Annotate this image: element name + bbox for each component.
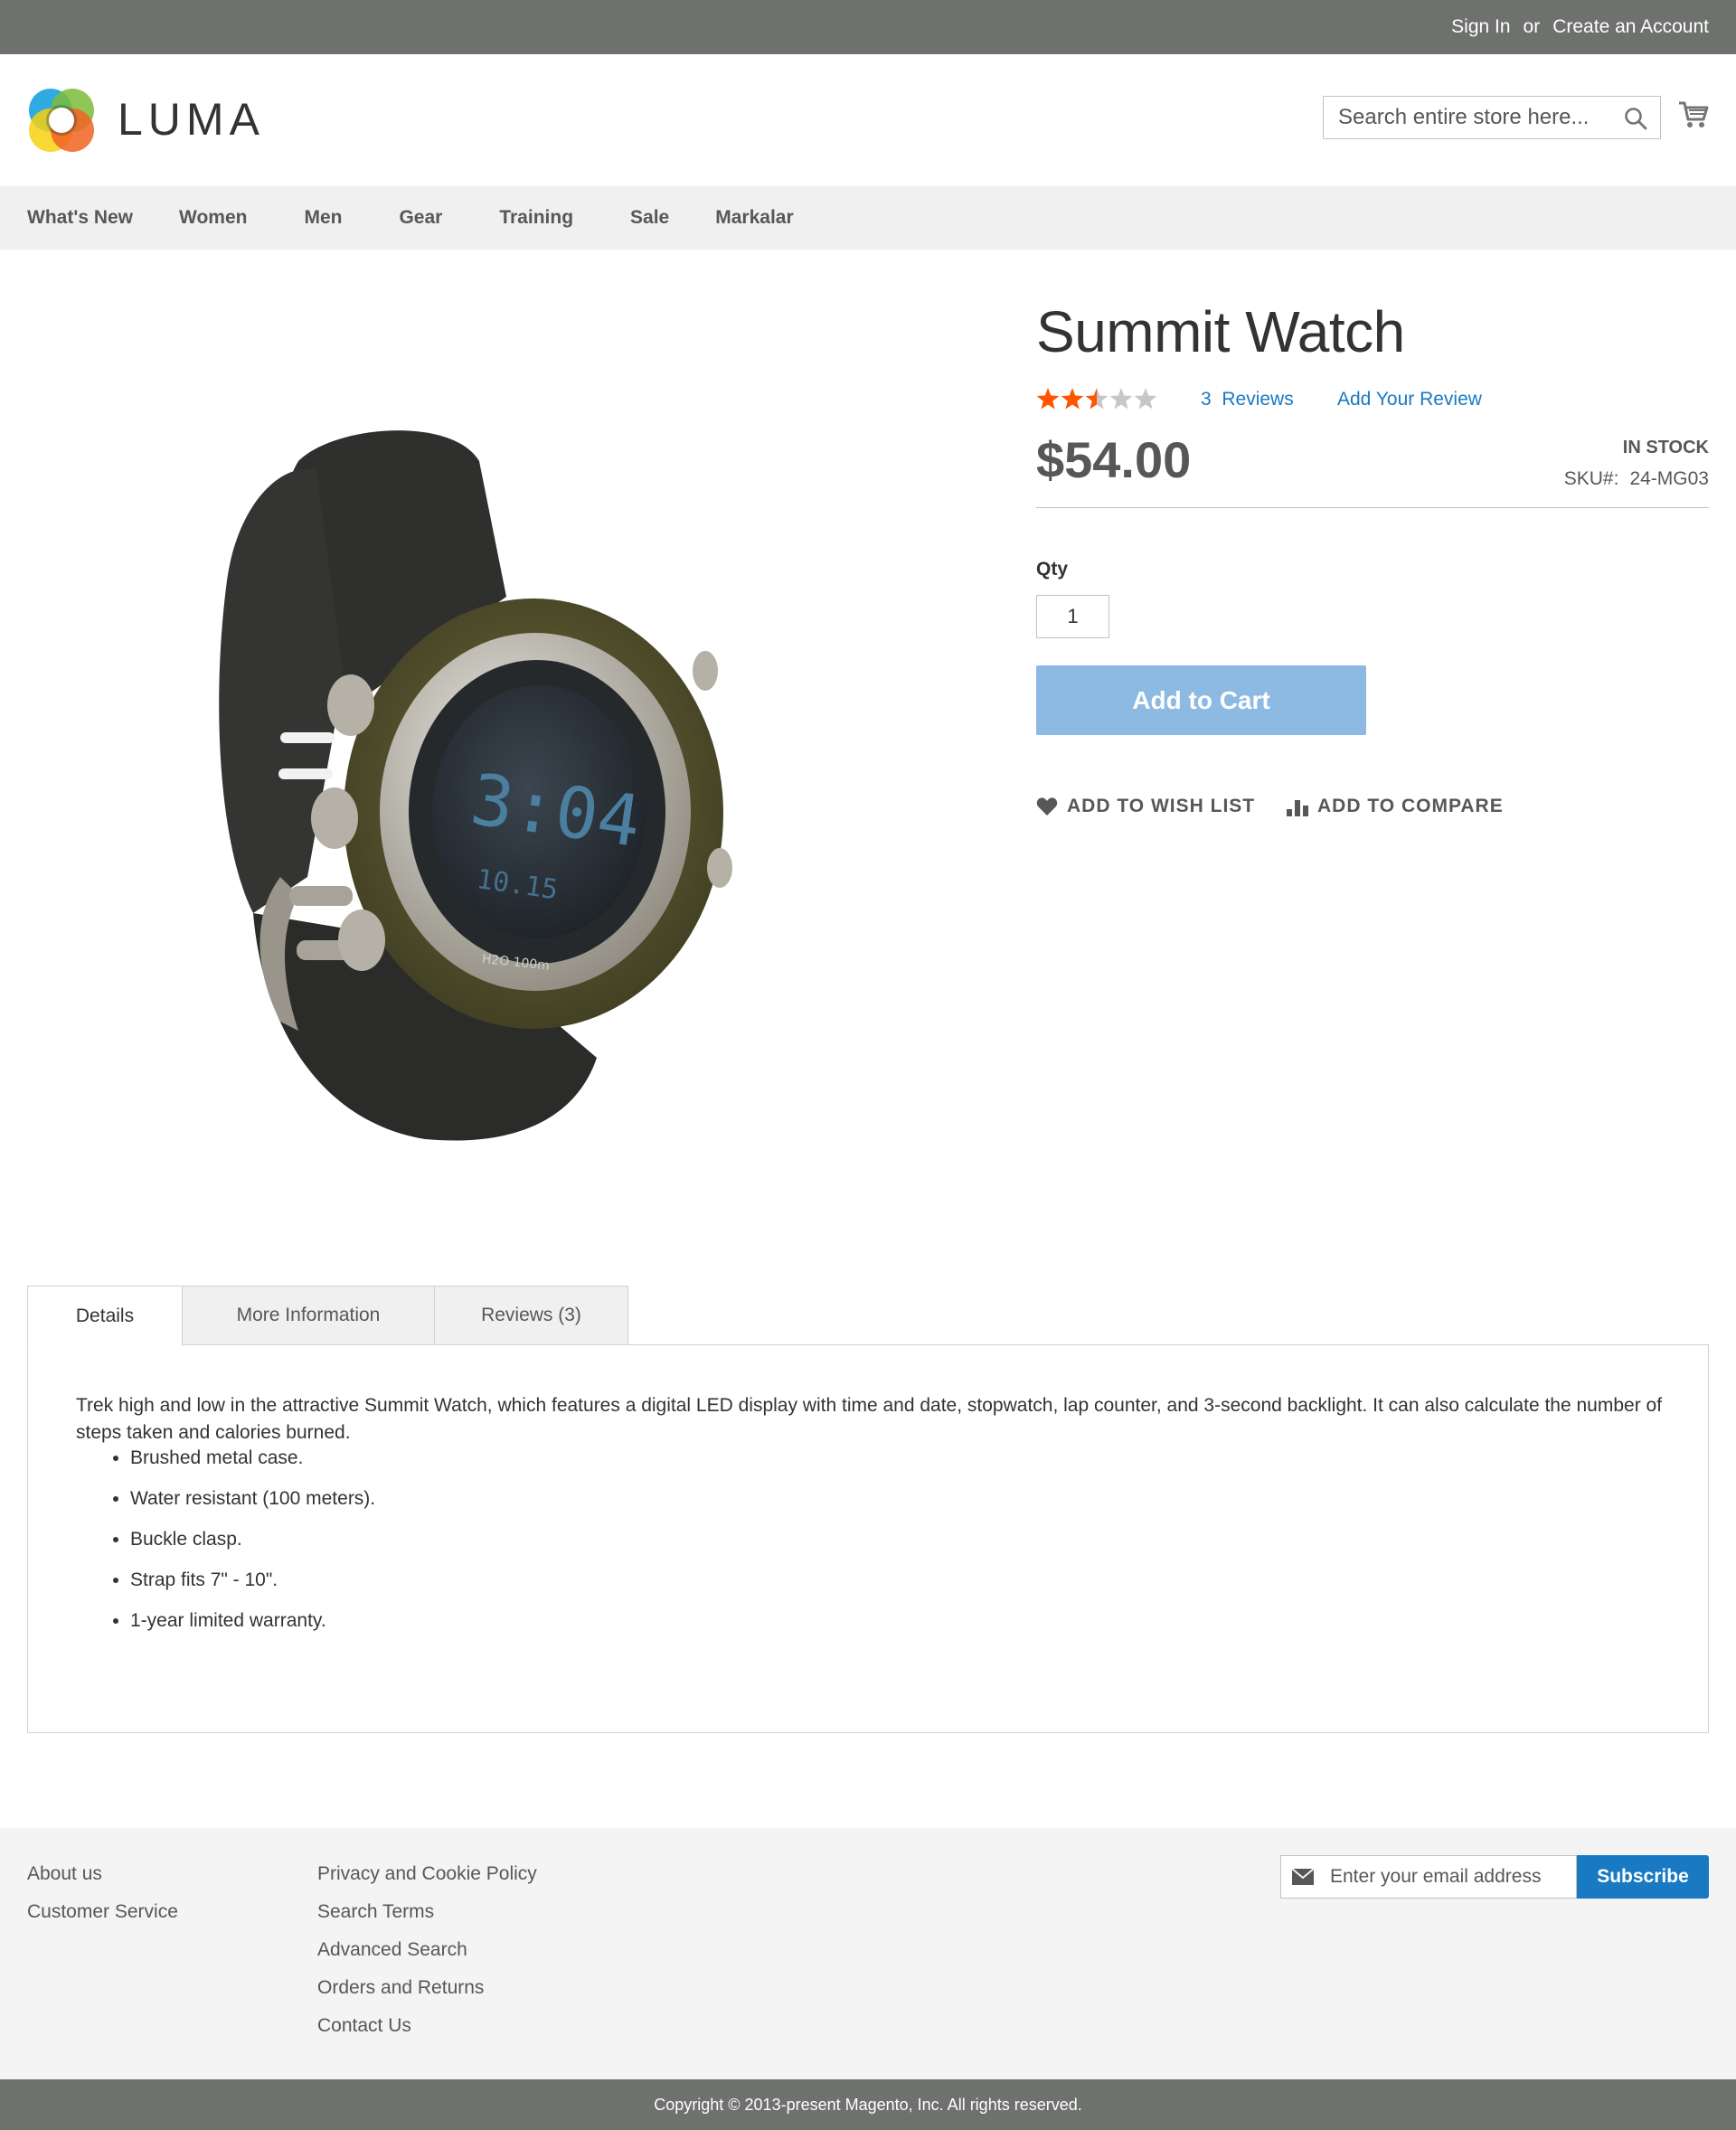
qty-label: Qty — [1036, 559, 1069, 580]
email-input[interactable] — [1328, 1865, 1563, 1889]
nav-item-training[interactable]: Training — [499, 207, 573, 229]
stock-status: In stock — [1622, 438, 1709, 457]
nav-item-men[interactable]: Men — [304, 207, 342, 229]
sign-in-link[interactable]: Sign In — [1451, 16, 1510, 38]
or-separator: or — [1523, 16, 1541, 37]
logo-text: LUMA — [118, 94, 265, 145]
subscribe-button[interactable]: Subscribe — [1577, 1855, 1709, 1899]
cart-icon[interactable] — [1678, 99, 1709, 130]
footer-link-orders-returns[interactable]: Orders and Returns — [317, 1969, 537, 2007]
main-nav: What's New Women Men Gear Training Sale … — [0, 186, 1736, 250]
product-title: Summit Watch — [1036, 299, 1405, 364]
nav-item-gear[interactable]: Gear — [399, 207, 442, 229]
product-description: Trek high and low in the attractive Summ… — [76, 1395, 1663, 1443]
heart-icon — [1036, 797, 1058, 815]
logo[interactable]: LUMA — [27, 85, 265, 154]
star-icon — [1085, 388, 1109, 410]
search-icon[interactable] — [1624, 107, 1647, 130]
compare-label: ADD TO COMPARE — [1317, 796, 1504, 816]
star-icon — [1036, 388, 1060, 410]
add-to-cart-button[interactable]: Add to Cart — [1036, 665, 1366, 735]
footer-link-customer-service[interactable]: Customer Service — [27, 1893, 178, 1931]
footer-link-about-us[interactable]: About us — [27, 1855, 178, 1893]
nav-item-women[interactable]: Women — [179, 207, 247, 229]
tab-panel-details: Trek high and low in the attractive Summ… — [27, 1344, 1709, 1733]
tab-details[interactable]: Details — [27, 1286, 183, 1346]
compare-icon — [1287, 800, 1308, 816]
feature-item: 1-year limited warranty. — [130, 1607, 375, 1635]
nav-item-sale[interactable]: Sale — [630, 207, 669, 229]
star-icon — [1061, 388, 1084, 410]
header: LUMA — [0, 54, 1736, 186]
nav-item-markalar[interactable]: Markalar — [715, 207, 793, 229]
add-to-compare-link[interactable]: ADD TO COMPARE — [1287, 796, 1504, 817]
tab-more-information[interactable]: More Information — [182, 1286, 435, 1345]
feature-item: Brushed metal case. — [130, 1445, 375, 1472]
create-account-link[interactable]: Create an Account — [1552, 16, 1709, 38]
footer-link-search-terms[interactable]: Search Terms — [317, 1893, 537, 1931]
top-bar: Sign In or Create an Account — [0, 0, 1736, 54]
envelope-icon — [1292, 1869, 1314, 1885]
feature-list: Brushed metal case. Water resistant (100… — [76, 1445, 375, 1648]
footer-link-contact-us[interactable]: Contact Us — [317, 2007, 537, 2045]
search-input[interactable] — [1336, 104, 1608, 131]
footer: About us Customer Service Privacy and Co… — [0, 1828, 1736, 2079]
footer-links-col1: About us Customer Service — [27, 1855, 178, 1931]
sku-label: SKU#: — [1563, 468, 1619, 489]
copyright: Copyright © 2013-present Magento, Inc. A… — [0, 2079, 1736, 2130]
search-box[interactable] — [1323, 96, 1661, 139]
footer-link-privacy[interactable]: Privacy and Cookie Policy — [317, 1855, 537, 1893]
footer-link-advanced-search[interactable]: Advanced Search — [317, 1931, 537, 1969]
feature-item: Buckle clasp. — [130, 1526, 375, 1553]
reviews-link[interactable]: 3 Reviews — [1201, 389, 1294, 410]
email-field[interactable] — [1280, 1855, 1577, 1899]
wishlist-label: ADD TO WISH LIST — [1067, 796, 1256, 816]
footer-links-col2: Privacy and Cookie Policy Search Terms A… — [317, 1855, 537, 2045]
sku-value: 24-MG03 — [1629, 468, 1709, 489]
product-tabs: Details More Information Reviews (3) — [27, 1286, 628, 1346]
sku: SKU#: 24-MG03 — [1564, 468, 1709, 490]
feature-item: Strap fits 7" - 10". — [130, 1567, 375, 1594]
feature-item: Water resistant (100 meters). — [130, 1485, 375, 1513]
reviews-count: 3 — [1201, 389, 1212, 410]
add-to-wishlist-link[interactable]: ADD TO WISH LIST — [1036, 796, 1255, 817]
star-icon — [1036, 388, 1157, 410]
newsletter-form: Subscribe — [1280, 1855, 1709, 1899]
product-price: $54.00 — [1036, 431, 1192, 488]
nav-item-whats-new[interactable]: What's New — [27, 207, 133, 229]
add-review-link[interactable]: Add Your Review — [1337, 389, 1482, 410]
tab-reviews[interactable]: Reviews (3) — [434, 1286, 628, 1345]
star-icon — [1134, 388, 1157, 410]
reviews-label: Reviews — [1222, 389, 1294, 410]
qty-input[interactable] — [1036, 595, 1109, 638]
star-icon — [1109, 388, 1133, 410]
divider — [1036, 507, 1709, 508]
rating-stars — [1036, 387, 1159, 412]
product-image[interactable]: 3:04 10.15 H2O 100m — [199, 407, 814, 1148]
luma-logo-icon — [29, 89, 94, 152]
